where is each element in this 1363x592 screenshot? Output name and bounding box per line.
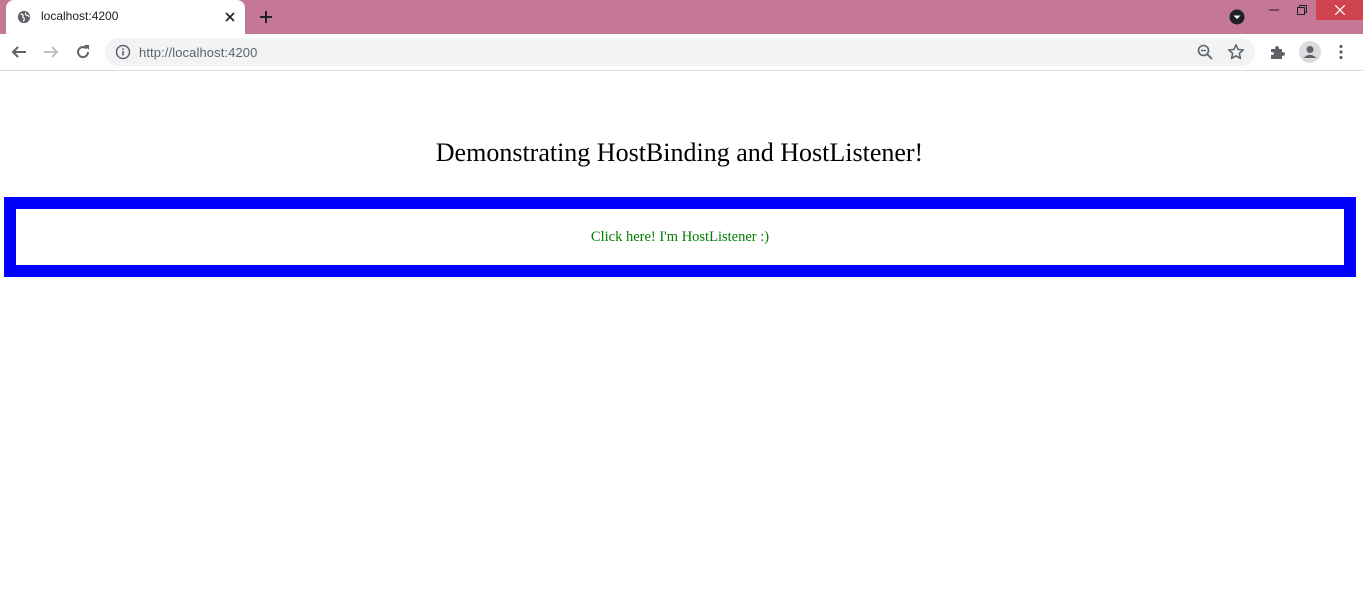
close-icon[interactable]	[222, 9, 238, 25]
address-bar[interactable]: http://localhost:4200	[105, 38, 1255, 66]
new-tab-button[interactable]	[256, 7, 276, 27]
host-listener-text[interactable]: Click here! I'm HostListener :)	[591, 229, 769, 246]
avatar-icon	[1299, 41, 1321, 63]
minimize-button[interactable]	[1260, 0, 1288, 20]
url-text[interactable]: http://localhost:4200	[139, 45, 257, 60]
window-close-button[interactable]	[1316, 0, 1363, 20]
menu-button[interactable]	[1331, 42, 1351, 62]
plus-icon	[260, 11, 272, 23]
forward-arrow-icon	[44, 46, 59, 58]
back-button[interactable]	[9, 42, 29, 62]
restore-button[interactable]	[1288, 0, 1316, 20]
zoom-out-icon[interactable]	[1196, 43, 1214, 61]
page-content: Demonstrating HostBinding and HostListen…	[0, 71, 1363, 592]
close-icon	[1334, 5, 1345, 15]
star-icon[interactable]	[1227, 43, 1245, 61]
page-title: Demonstrating HostBinding and HostListen…	[435, 138, 924, 167]
browser-toolbar: http://localhost:4200	[0, 34, 1363, 71]
tab-strip: localhost:4200	[0, 0, 1363, 34]
kebab-menu-icon	[1339, 44, 1343, 60]
reload-button[interactable]	[73, 42, 93, 62]
browser-window: localhost:4200 http://localhost:4200 Dem…	[0, 0, 1363, 592]
profile-button[interactable]	[1298, 40, 1322, 64]
reload-icon	[77, 45, 90, 59]
host-listener-box[interactable]: Click here! I'm HostListener :)	[4, 197, 1356, 277]
minimize-icon	[1269, 9, 1279, 11]
globe-icon	[17, 10, 31, 24]
puzzle-icon	[1271, 46, 1285, 59]
tab-title: localhost:4200	[41, 9, 119, 23]
chevron-down-icon[interactable]	[1229, 9, 1245, 25]
restore-icon	[1297, 5, 1307, 15]
extensions-button[interactable]	[1267, 42, 1287, 62]
info-icon[interactable]	[115, 44, 131, 60]
forward-button[interactable]	[41, 42, 61, 62]
back-arrow-icon	[11, 46, 26, 58]
tab-localhost[interactable]: localhost:4200	[6, 0, 245, 34]
